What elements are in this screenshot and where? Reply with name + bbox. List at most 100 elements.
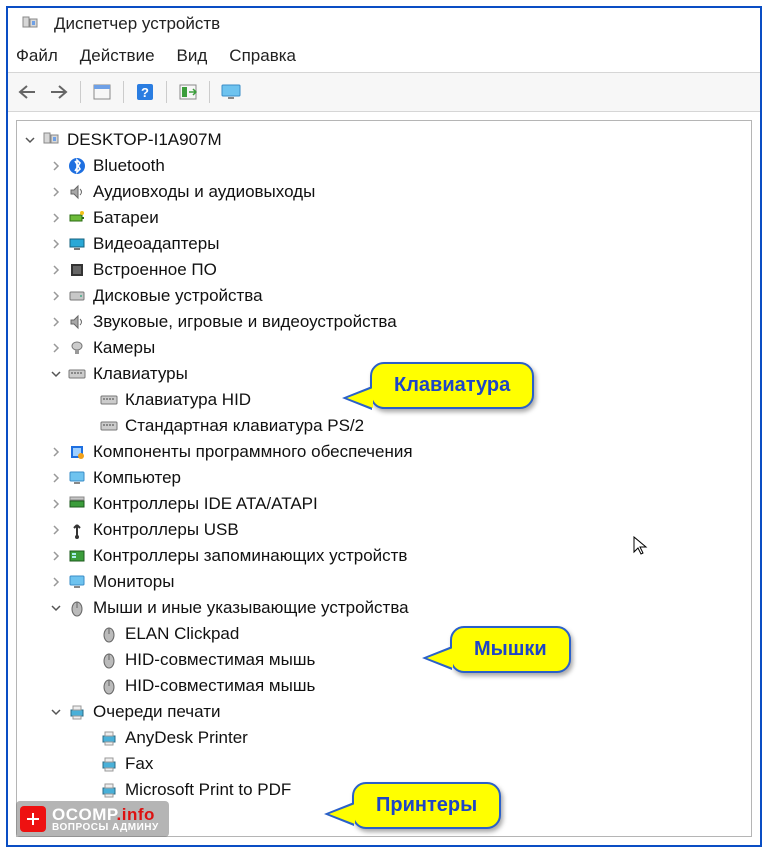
expand-arrow-icon[interactable] [49,705,63,719]
tree-node[interactable]: Мыши и иные указывающие устройства [17,595,751,621]
toolbar-separator [80,81,81,103]
tree-node[interactable]: HID-совместимая мышь [17,647,751,673]
menu-action[interactable]: Действие [80,46,155,66]
expand-arrow-icon[interactable] [49,471,63,485]
toolbar-separator [209,81,210,103]
computer-icon [67,468,87,488]
tree-node[interactable]: Компоненты программного обеспечения [17,439,751,465]
tree-node[interactable]: Мониторы [17,569,751,595]
tree-node[interactable]: HID-совместимая мышь [17,673,751,699]
svg-text:?: ? [141,85,149,100]
scan-button[interactable] [89,79,115,105]
expand-arrow-icon[interactable] [49,185,63,199]
window-frame: Диспетчер устройств Файл Действие Вид Сп… [6,6,762,847]
node-label: HID-совместимая мышь [125,673,315,699]
ide-icon [67,494,87,514]
tree-node[interactable]: Fax [17,751,751,777]
tree-root[interactable]: DESKTOP-I1A907M [17,127,751,153]
tree-node[interactable]: Контроллеры IDE ATA/ATAPI [17,491,751,517]
printer-icon [99,754,119,774]
expand-arrow-icon[interactable] [49,549,63,563]
root-label: DESKTOP-I1A907M [67,127,222,153]
monitor-button[interactable] [218,79,244,105]
node-label: ELAN Clickpad [125,621,239,647]
node-label: Bluetooth [93,153,165,179]
node-label: Встроенное ПО [93,257,217,283]
expand-arrow-icon[interactable] [23,133,37,147]
node-label: Аудиовходы и аудиовыходы [93,179,315,205]
node-label: Дисковые устройства [93,283,263,309]
battery-icon [67,208,87,228]
node-label: Компьютер [93,465,181,491]
storage-icon [67,546,87,566]
keyboard-icon [99,416,119,436]
watermark-sub: ВОПРОСЫ АДМИНУ [52,822,159,833]
node-label: Контроллеры USB [93,517,239,543]
node-label: Стандартная клавиатура PS/2 [125,413,364,439]
callout-printers: Принтеры [352,782,501,829]
callout-label: Мышки [474,638,547,660]
printer-icon [67,702,87,722]
node-label: Компоненты программного обеспечения [93,439,413,465]
plus-icon [20,806,46,832]
cursor-icon [633,536,649,556]
node-label: Батареи [93,205,159,231]
expand-arrow-icon[interactable] [49,367,63,381]
forward-button[interactable] [46,79,72,105]
display-adapter-icon [67,234,87,254]
device-tree[interactable]: DESKTOP-I1A907MBluetoothАудиовходы и ауд… [16,120,752,837]
menu-help[interactable]: Справка [229,46,296,66]
tree-node[interactable]: AnyDesk Printer [17,725,751,751]
keyboard-icon [67,364,87,384]
devmgr-icon [41,130,61,150]
node-label: Контроллеры запоминающих устройств [93,543,407,569]
audio-icon [67,182,87,202]
node-label: Мониторы [93,569,174,595]
expand-arrow-icon[interactable] [49,159,63,173]
camera-icon [67,338,87,358]
tree-node[interactable]: Аудиовходы и аудиовыходы [17,179,751,205]
expand-arrow-icon[interactable] [49,211,63,225]
tree-node[interactable]: Компьютер [17,465,751,491]
menu-view[interactable]: Вид [177,46,208,66]
tree-node[interactable]: Очереди печати [17,699,751,725]
expand-arrow-icon[interactable] [49,601,63,615]
expand-arrow-icon[interactable] [49,315,63,329]
expand-arrow-icon[interactable] [49,497,63,511]
callout-keyboard: Клавиатура [370,362,534,409]
expand-arrow-icon[interactable] [49,523,63,537]
audio-icon [67,312,87,332]
node-label: HID-совместимая мышь [125,647,315,673]
node-label: Мыши и иные указывающие устройства [93,595,409,621]
node-label: Клавиатуры [93,361,188,387]
callout-label: Клавиатура [394,374,510,396]
help-button[interactable]: ? [132,79,158,105]
node-label: Видеоадаптеры [93,231,219,257]
expand-arrow-icon[interactable] [49,289,63,303]
expand-arrow-icon[interactable] [49,341,63,355]
tree-node[interactable]: Звуковые, игровые и видеоустройства [17,309,751,335]
tree-node[interactable]: ELAN Clickpad [17,621,751,647]
node-label: Fax [125,751,153,777]
printer-icon [99,728,119,748]
mouse-icon [99,650,119,670]
back-button[interactable] [14,79,40,105]
firmware-icon [67,260,87,280]
titlebar: Диспетчер устройств [8,8,760,38]
tree-node[interactable]: Батареи [17,205,751,231]
expand-arrow-icon[interactable] [49,263,63,277]
tree-node[interactable]: Видеоадаптеры [17,231,751,257]
node-label: Microsoft Print to PDF [125,777,291,803]
tree-node[interactable]: Bluetooth [17,153,751,179]
tree-node[interactable]: Встроенное ПО [17,257,751,283]
tree-node[interactable]: Дисковые устройства [17,283,751,309]
tree-node[interactable]: Стандартная клавиатура PS/2 [17,413,751,439]
toolbar: ? [8,72,760,112]
tree-node[interactable]: Камеры [17,335,751,361]
node-label: Клавиатура HID [125,387,251,413]
expand-arrow-icon[interactable] [49,445,63,459]
action-button[interactable] [175,79,201,105]
expand-arrow-icon[interactable] [49,237,63,251]
expand-arrow-icon[interactable] [49,575,63,589]
menu-file[interactable]: Файл [16,46,58,66]
